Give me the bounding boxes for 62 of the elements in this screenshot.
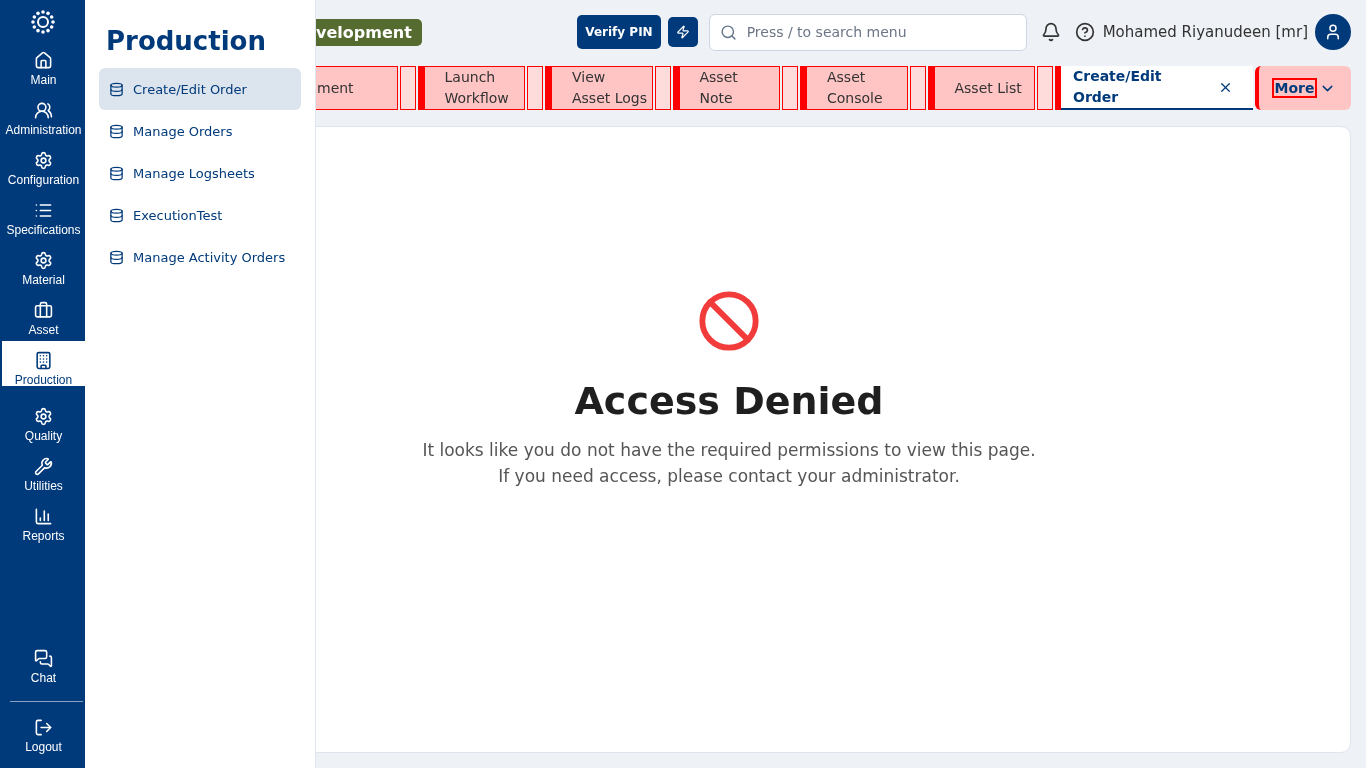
nav-item[interactable]: Chat xyxy=(2,649,85,685)
settings-icon xyxy=(34,151,53,170)
nav-item[interactable]: Configuration xyxy=(2,151,85,187)
nav-item[interactable]: Logout xyxy=(2,718,85,754)
tab[interactable]: Asset List xyxy=(933,66,1035,110)
search-field[interactable]: Press / to search menu xyxy=(708,13,1027,51)
chat-icon xyxy=(34,649,53,668)
home-icon xyxy=(34,51,53,70)
more-button[interactable]: More xyxy=(1255,66,1351,110)
tab-close-area[interactable] xyxy=(1037,66,1053,110)
nav-item[interactable]: Administration xyxy=(2,101,85,137)
nav-item[interactable]: Material xyxy=(2,251,85,287)
menu-item[interactable]: Manage Activity Orders xyxy=(99,236,301,278)
logo-icon xyxy=(29,9,56,35)
list-icon xyxy=(34,201,53,220)
search-icon xyxy=(719,23,737,41)
tab[interactable]: Asset Console xyxy=(806,66,908,110)
database-icon xyxy=(109,249,124,265)
tab-close-area[interactable] xyxy=(909,66,926,110)
verify-pin-button[interactable]: Verify PIN xyxy=(577,15,661,49)
nav-item[interactable]: Asset xyxy=(2,301,85,337)
nav-item[interactable]: Production xyxy=(2,341,85,386)
wrench-icon xyxy=(34,457,53,476)
menu-item[interactable]: ExecutionTest xyxy=(99,194,301,236)
bar-chart-icon xyxy=(34,507,53,526)
nav-item[interactable]: Main xyxy=(2,51,85,87)
tab[interactable]: Create/Edit Order xyxy=(1061,66,1253,110)
tab-close-area[interactable] xyxy=(782,66,798,110)
settings-icon xyxy=(34,251,53,270)
nav-item[interactable]: Specifications xyxy=(2,201,85,237)
tab[interactable]: Asset Note xyxy=(678,66,780,110)
building-icon xyxy=(34,351,53,370)
panel-title: Production xyxy=(106,26,267,56)
tab-close-area[interactable] xyxy=(399,66,416,110)
menu-item[interactable]: Manage Logsheets xyxy=(99,152,301,194)
tab-close-area[interactable] xyxy=(654,66,671,110)
error-message: If you need access, please contact your administrator. xyxy=(497,465,961,488)
avatar-icon[interactable] xyxy=(1315,14,1351,50)
tab[interactable]: Launch Workflow xyxy=(423,66,525,110)
database-icon xyxy=(109,207,124,223)
bell-icon[interactable] xyxy=(1040,22,1061,42)
tab[interactable]: View Asset Logs xyxy=(551,66,653,110)
help-icon[interactable] xyxy=(1074,22,1095,42)
tab-close-area[interactable] xyxy=(527,66,543,110)
users-icon xyxy=(34,101,53,120)
quick-action-button[interactable] xyxy=(667,17,698,47)
settings-icon xyxy=(34,407,53,426)
logout-icon xyxy=(34,718,53,737)
menu-item[interactable]: Manage Orders xyxy=(99,110,301,152)
user-name: Mohamed Riyanudeen [mr] xyxy=(1102,23,1308,41)
error-title: Access Denied xyxy=(574,379,884,423)
error-message: It looks like you do not have the required permissions to view this page. xyxy=(421,439,1037,462)
database-icon xyxy=(109,81,124,97)
menu-item[interactable]: Create/Edit Order xyxy=(99,68,301,110)
lightning-icon xyxy=(675,25,690,39)
nav-item[interactable]: Reports xyxy=(2,507,85,543)
database-icon xyxy=(109,123,124,139)
nav-item[interactable]: Quality xyxy=(2,407,85,443)
blocked-icon xyxy=(697,289,761,353)
nav-item[interactable]: Utilities xyxy=(2,457,85,493)
database-icon xyxy=(109,165,124,181)
briefcase-icon xyxy=(34,301,53,320)
